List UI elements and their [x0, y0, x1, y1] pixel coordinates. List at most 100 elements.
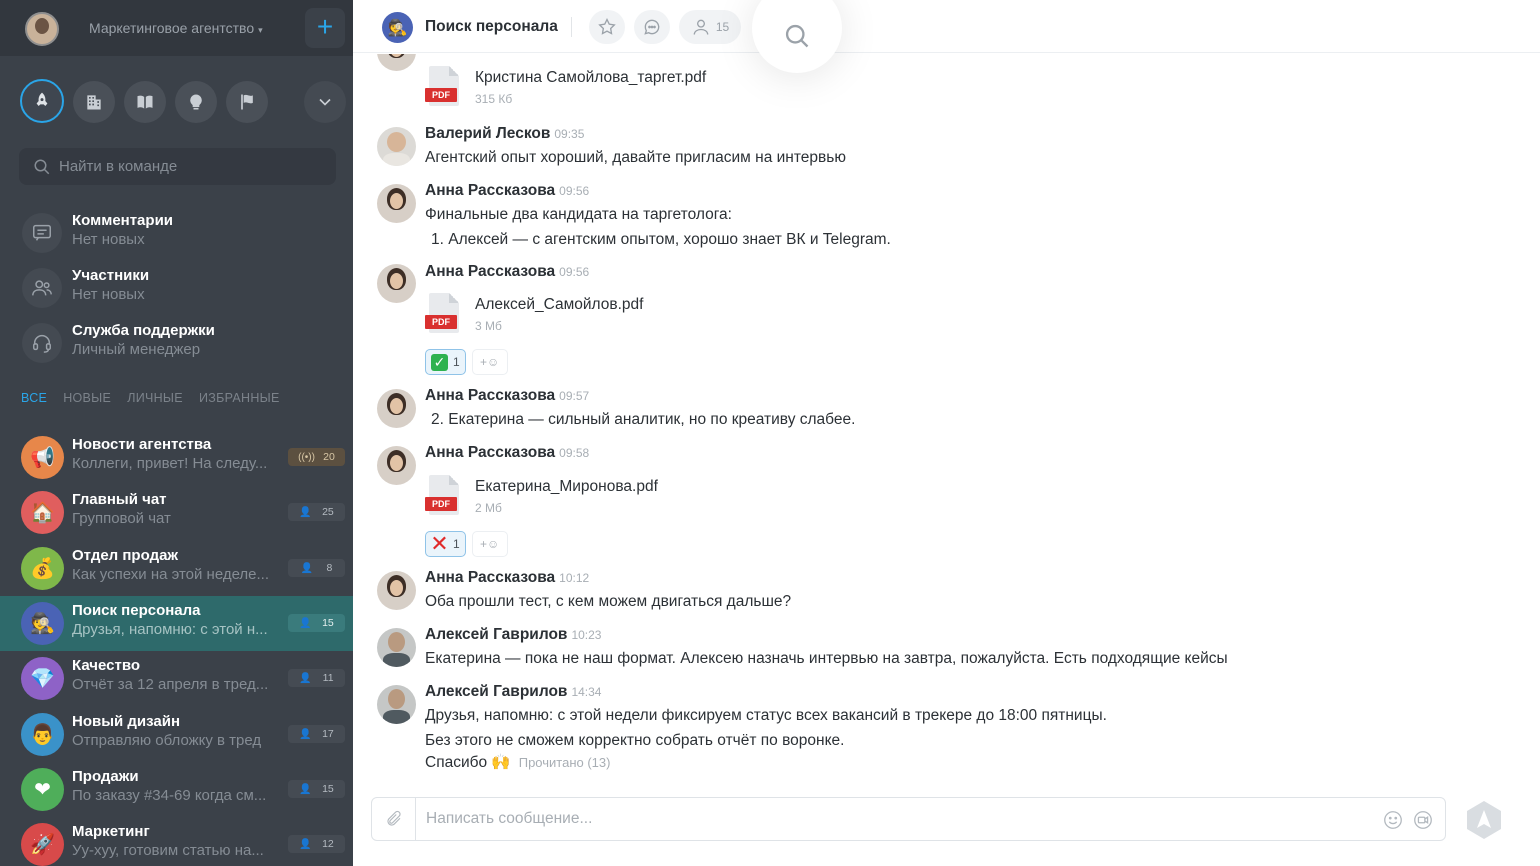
search-icon — [34, 159, 50, 175]
file-size: 3 Мб — [475, 319, 502, 333]
rocket-icon[interactable] — [20, 79, 64, 123]
chat-preview: Коллеги, привет! На следу... — [72, 455, 268, 472]
chat-title: Главный чат — [72, 491, 167, 508]
chat-item[interactable]: ❤ Продажи По заказу #34-69 когда см... 👤 15 — [0, 762, 353, 817]
message-author[interactable]: Анна Рассказова 09:56 — [425, 182, 589, 200]
bulb-icon[interactable] — [175, 81, 217, 123]
file-size: 2 Мб — [475, 501, 502, 515]
chat-preview: Групповой чат — [72, 510, 171, 527]
divider — [571, 17, 572, 37]
team-search-input[interactable] — [59, 148, 329, 185]
check-mark-icon: ✓ — [431, 353, 448, 371]
pdf-file-icon: PDF — [425, 475, 463, 517]
file-name: Кристина Самойлова_таргет.pdf — [475, 69, 707, 86]
file-attachment[interactable]: PDF Кристина Самойлова_таргет.pdf 315 Кб — [425, 66, 825, 112]
team-search[interactable] — [19, 148, 336, 185]
chat-item[interactable]: 👨 Новый дизайн Отправляю обложку в тред 👤 17 — [0, 707, 353, 762]
chat-title: Новости агентства — [72, 436, 212, 453]
emoji-icon[interactable] — [1382, 809, 1404, 831]
avatar[interactable] — [377, 685, 416, 724]
message-input[interactable] — [426, 798, 1366, 840]
file-attachment[interactable]: PDF Екатерина_Миронова.pdf 2 Мб — [425, 475, 825, 521]
message-author[interactable]: Анна Рассказова 10:12 — [425, 569, 589, 587]
building-icon[interactable] — [73, 81, 115, 123]
read-status[interactable]: Прочитано (13) — [519, 755, 611, 770]
flag-icon[interactable] — [226, 81, 268, 123]
message-text: Спасибо 🙌 Прочитано (13) — [425, 753, 610, 772]
message-author[interactable]: Анна Рассказова 09:56 — [425, 263, 589, 281]
chat-item[interactable]: 🏠 Главный чат Групповой чат 👤 25 — [0, 485, 353, 540]
chat-avatar: 💰 — [21, 547, 64, 590]
sidebar-item-subtitle: Личный менеджер — [72, 341, 201, 358]
message-feed: PDF Кристина Самойлова_таргет.pdf 315 Кб… — [353, 54, 1540, 788]
avatar[interactable] — [377, 389, 416, 428]
avatar[interactable] — [377, 54, 416, 71]
message-author[interactable]: Валерий Лесков 09:35 — [425, 125, 584, 143]
chat-item[interactable]: 📢 Новости агентства Коллеги, привет! На сл… — [0, 430, 353, 485]
member-count: 25 — [322, 506, 334, 518]
avatar[interactable] — [377, 446, 416, 485]
sidebar-item-members[interactable]: Участники Нет новых — [0, 262, 353, 314]
chat-item[interactable]: 🕵 Поиск персонала Друзья, напомню: с этой … — [0, 596, 353, 651]
star-icon[interactable] — [589, 10, 625, 44]
avatar[interactable] — [377, 571, 416, 610]
add-button[interactable]: + — [305, 8, 345, 48]
chat-title: Продажи — [72, 768, 139, 785]
user-avatar[interactable] — [25, 12, 59, 46]
chat-preview: Отправляю обложку в тред — [72, 732, 262, 749]
chevron-down-icon[interactable] — [304, 81, 346, 123]
member-count-badge: 👤 8 — [288, 559, 345, 577]
chat-item[interactable]: 💰 Отдел продаж Как успехи на этой неделе..… — [0, 541, 353, 596]
member-count-badge: 👤 11 — [288, 669, 345, 687]
paperclip-icon[interactable] — [372, 798, 416, 840]
message-text: 2. Екатерина — сильный аналитик, но по к… — [431, 411, 856, 428]
chat-avatar[interactable]: 🕵 — [382, 12, 413, 43]
filter-personal[interactable]: ЛИЧНЫЕ — [127, 391, 183, 405]
file-size: 315 Кб — [475, 92, 513, 106]
reaction-check[interactable]: ✓ 1 — [425, 349, 466, 375]
chat-title: Поиск персонала — [72, 602, 201, 619]
book-icon[interactable] — [124, 81, 166, 123]
team-switcher[interactable]: Маркетинговое агентство ▾ — [89, 20, 263, 36]
chat-title: Маркетинг — [72, 823, 150, 840]
video-message-icon[interactable] — [1412, 809, 1434, 831]
reaction-count: 1 — [453, 537, 460, 551]
chat-avatar: 👨 — [21, 713, 64, 756]
avatar[interactable] — [377, 264, 416, 303]
add-reaction-button[interactable]: +☺ — [471, 531, 508, 557]
message-author[interactable]: Анна Рассказова 09:57 — [425, 387, 589, 405]
sidebar-item-title: Участники — [72, 267, 150, 284]
file-attachment[interactable]: PDF Алексей_Самойлов.pdf 3 Мб — [425, 293, 825, 339]
send-icon[interactable] — [1461, 797, 1507, 843]
add-reaction-button[interactable]: +☺ — [471, 349, 508, 375]
member-count: 20 — [323, 451, 335, 463]
chat-preview: Уу-хуу, готовим статью на... — [72, 842, 264, 859]
chat-preview: Друзья, напомню: с этой н... — [72, 621, 268, 638]
filter-favorites[interactable]: ИЗБРАННЫЕ — [199, 391, 280, 405]
reactions: ✕ 1 +☺ — [425, 531, 508, 557]
filter-all[interactable]: ВСЕ — [21, 391, 47, 405]
chat-item[interactable]: 💎 Качество Отчёт за 12 апреля в тред... 👤 11 — [0, 651, 353, 706]
avatar[interactable] — [377, 184, 416, 223]
chat-title: Качество — [72, 657, 141, 674]
message-author[interactable]: Алексей Гаврилов 14:34 — [425, 683, 601, 701]
reaction-cross[interactable]: ✕ 1 — [425, 531, 466, 557]
sidebar-item-support[interactable]: Служба поддержки Личный менеджер — [0, 317, 353, 369]
thread-icon[interactable] — [634, 10, 670, 44]
members-count: 15 — [715, 20, 730, 34]
members-icon — [22, 268, 62, 308]
person-icon — [693, 19, 709, 35]
members-button[interactable]: 15 — [679, 10, 741, 44]
avatar[interactable] — [377, 127, 416, 166]
chat-preview: Отчёт за 12 апреля в тред... — [72, 676, 269, 693]
chat-item[interactable]: 🚀 Маркетинг Уу-хуу, готовим статью на... 👤 1… — [0, 817, 353, 866]
avatar[interactable] — [377, 628, 416, 667]
sidebar-item-comments[interactable]: Комментарии Нет новых — [0, 207, 353, 259]
chat-title[interactable]: Поиск персонала — [425, 18, 558, 36]
filter-new[interactable]: НОВЫЕ — [63, 391, 111, 405]
message-author[interactable]: Анна Рассказова 09:58 — [425, 444, 589, 462]
message-author[interactable]: Алексей Гаврилов 10:23 — [425, 626, 601, 644]
chat-avatar: ❤ — [21, 768, 64, 811]
cross-mark-icon: ✕ — [430, 531, 449, 556]
person-icon: 👤 — [299, 728, 312, 740]
